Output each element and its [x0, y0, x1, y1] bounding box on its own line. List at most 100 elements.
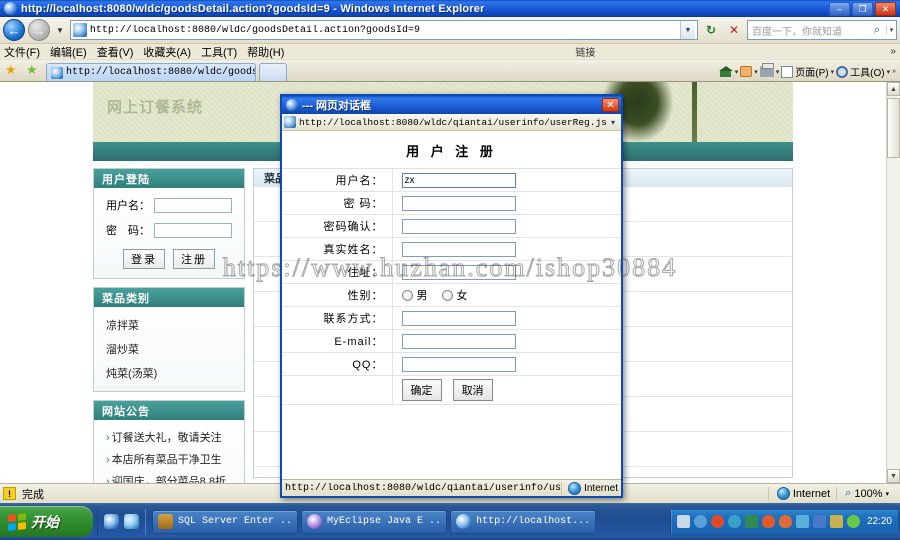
- category-item-stirfry[interactable]: 溜炒菜: [102, 337, 236, 361]
- gender-label-male: 男: [416, 290, 428, 302]
- bullet-icon: ›: [106, 454, 110, 466]
- cancel-button[interactable]: 取消: [452, 379, 493, 401]
- form-row-actions: 确定 取消: [282, 375, 621, 405]
- links-overflow-icon[interactable]: »: [890, 46, 900, 57]
- update-tray-icon[interactable]: [812, 515, 826, 528]
- scrollbar-thumb[interactable]: [887, 98, 900, 158]
- stop-button[interactable]: ✕: [724, 20, 744, 40]
- home-button[interactable]: ▾: [718, 65, 739, 78]
- address-input[interactable]: http://localhost:8080/wldc/goodsDetail.a…: [90, 25, 680, 36]
- ie-quicklaunch-icon[interactable]: [104, 514, 119, 529]
- login-panel: 用户登陆 用户名： 密 码： 登录 注册: [93, 168, 245, 279]
- contact-input[interactable]: [401, 310, 516, 326]
- taskbar-item-browser[interactable]: http://localhost...: [450, 509, 597, 534]
- task-list: SQL Server Enter .. MyEclipse Java E .. …: [146, 509, 670, 534]
- tab-goods-detail[interactable]: http://localhost:8080/wldc/goodsDetail.a…: [46, 63, 256, 81]
- email-input[interactable]: [401, 333, 516, 349]
- close-button[interactable]: ✕: [875, 1, 896, 16]
- antivirus-tray-icon[interactable]: [829, 515, 843, 528]
- network-tray-icon[interactable]: [676, 515, 690, 528]
- address-bar[interactable]: http://localhost:8080/wldc/goodsDetail.a…: [69, 20, 698, 40]
- realname-label: 真实姓名：: [282, 237, 393, 261]
- password-confirm-input[interactable]: [401, 218, 516, 234]
- scroll-down-button[interactable]: ▼: [887, 469, 900, 483]
- tools-menu-button[interactable]: 工具(O) ▾: [836, 64, 890, 79]
- notice-item[interactable]: › 订餐送大礼，敬请关注: [102, 426, 236, 448]
- menu-item-help[interactable]: 帮助(H): [247, 44, 284, 60]
- print-caret-icon[interactable]: ▾: [776, 68, 780, 76]
- print-button[interactable]: ▾: [759, 63, 780, 77]
- page-menu-label: 页面(P): [795, 68, 829, 79]
- search-input[interactable]: 百度一下，你就知道: [748, 23, 868, 38]
- search-icon[interactable]: ⌕: [868, 24, 886, 37]
- gender-radio-female[interactable]: [441, 289, 453, 301]
- qq2-tray-icon[interactable]: [778, 515, 792, 528]
- zoom-caret-icon[interactable]: ▾: [885, 490, 889, 498]
- forward-button[interactable]: →: [28, 19, 50, 41]
- record-tray-icon[interactable]: [710, 515, 724, 528]
- login-button[interactable]: 登录: [123, 249, 165, 269]
- window-title: http://localhost:8080/wldc/goodsDetail.a…: [21, 2, 485, 15]
- history-dropdown-icon[interactable]: ▼: [53, 26, 67, 35]
- menu-item-favorites[interactable]: 收藏夹(A): [143, 44, 191, 60]
- qq-input[interactable]: [401, 356, 516, 372]
- gender-radio-male[interactable]: [401, 289, 413, 301]
- address-input[interactable]: [401, 264, 516, 280]
- search-box[interactable]: 百度一下，你就知道 ⌕ ▾: [747, 20, 897, 40]
- ie-logo-icon: [4, 2, 17, 15]
- qq-tray-icon[interactable]: [761, 515, 775, 528]
- submit-button[interactable]: 确定: [401, 379, 442, 401]
- menu-item-edit[interactable]: 编辑(E): [50, 44, 87, 60]
- start-button[interactable]: 开始: [0, 506, 93, 537]
- quick-launch-bar: [97, 508, 146, 535]
- page-caret-icon[interactable]: ▾: [831, 68, 835, 76]
- browser-quicklaunch-icon[interactable]: [124, 514, 139, 529]
- zoom-control[interactable]: ⌕ 100% ▾: [836, 487, 897, 500]
- home-caret-icon[interactable]: ▾: [735, 68, 739, 76]
- media-tray-icon[interactable]: [693, 515, 707, 528]
- vertical-scrollbar[interactable]: ▲ ▼: [886, 82, 900, 483]
- links-label[interactable]: 链接: [575, 44, 599, 59]
- security-zone[interactable]: Internet: [767, 487, 830, 500]
- back-button[interactable]: ←: [3, 19, 25, 41]
- menu-item-view[interactable]: 查看(V): [97, 44, 134, 60]
- add-favorite-icon[interactable]: ★: [5, 63, 20, 78]
- new-tab-button[interactable]: [259, 63, 287, 81]
- menu-item-file[interactable]: 文件(F): [4, 44, 40, 60]
- toolbar-overflow-icon[interactable]: »: [892, 68, 896, 75]
- username-input[interactable]: [401, 172, 516, 188]
- tray-clock[interactable]: 22:20: [864, 516, 892, 527]
- page-menu-button[interactable]: 页面(P) ▾: [781, 64, 834, 79]
- contacts-tray-icon[interactable]: [795, 515, 809, 528]
- feeds-caret-icon[interactable]: ▾: [754, 68, 758, 76]
- dialog-zone-label: Internet: [584, 482, 618, 494]
- search-provider-caret-icon[interactable]: ▾: [886, 26, 896, 34]
- notice-item[interactable]: › 本店所有菜品干净卫生: [102, 448, 236, 470]
- shield-tray-icon[interactable]: [744, 515, 758, 528]
- taskbar-item-myeclipse[interactable]: MyEclipse Java E ..: [301, 509, 448, 534]
- notice-item[interactable]: ›迎国庆，部分菜品8.8折起: [102, 470, 236, 483]
- tools-caret-icon[interactable]: ▾: [887, 68, 891, 76]
- address-dropdown-icon[interactable]: ▼: [680, 21, 695, 39]
- category-item-stew[interactable]: 炖菜(汤菜): [102, 361, 236, 385]
- login-password-input[interactable]: [154, 222, 232, 238]
- sync-tray-icon[interactable]: [727, 515, 741, 528]
- refresh-button[interactable]: ↻: [701, 20, 721, 40]
- register-button[interactable]: 注册: [173, 249, 215, 269]
- scroll-up-button[interactable]: ▲: [887, 82, 900, 96]
- ie-icon: [456, 514, 472, 529]
- category-item-cold-dish[interactable]: 凉拌菜: [102, 313, 236, 337]
- banner-title: 网上订餐系统: [107, 99, 204, 116]
- menu-item-tools[interactable]: 工具(T): [201, 44, 237, 60]
- password-input[interactable]: [401, 195, 516, 211]
- favorites-center-icon[interactable]: ★: [26, 63, 41, 78]
- login-username-input[interactable]: [154, 197, 232, 213]
- dialog-address-caret-icon[interactable]: ▾: [607, 118, 619, 127]
- taskbar-item-sql-server[interactable]: SQL Server Enter ..: [152, 509, 299, 534]
- feeds-button[interactable]: ▾: [740, 66, 758, 77]
- realname-input[interactable]: [401, 241, 516, 257]
- restore-button[interactable]: ❐: [852, 1, 873, 16]
- dialog-close-button[interactable]: ✕: [602, 98, 619, 112]
- minimize-button[interactable]: –: [829, 1, 850, 16]
- addon-tray-icon[interactable]: [846, 515, 860, 528]
